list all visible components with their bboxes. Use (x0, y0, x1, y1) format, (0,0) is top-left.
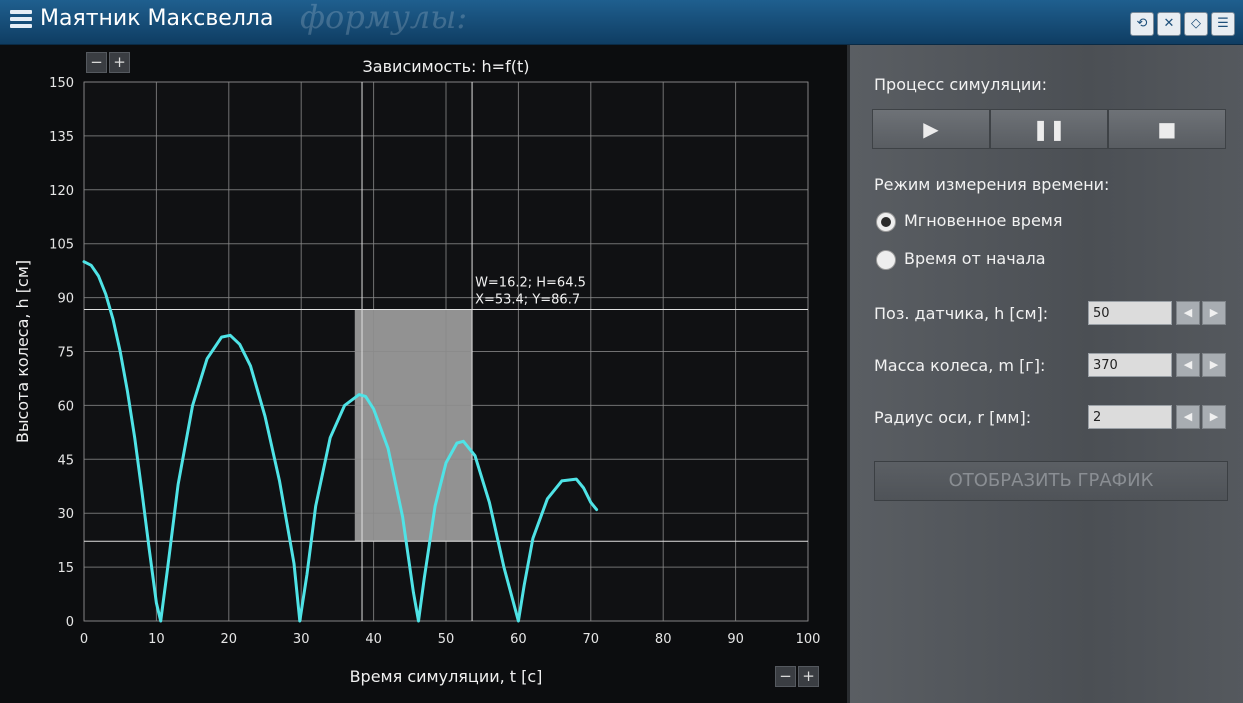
selection-position-label: X=53.4; Y=86.7 (475, 292, 580, 307)
control-panel: Процесс симуляции: ▶ ❚❚ ■ Режим измерени… (847, 45, 1243, 703)
y-tick-label: 120 (49, 184, 74, 199)
list-icon[interactable]: ☰ (1211, 12, 1235, 36)
x-axis-label: Время симуляции, t [с] (350, 667, 543, 686)
sensor-decrease-button[interactable]: ◀ (1176, 301, 1200, 325)
y-tick-label: 90 (57, 292, 74, 307)
eraser-icon[interactable]: ◇ (1184, 12, 1208, 36)
y-tick-label: 135 (49, 130, 74, 145)
mass-decrease-button[interactable]: ◀ (1176, 353, 1200, 377)
chart-title: Зависимость: h=f(t) (363, 57, 530, 76)
play-button[interactable]: ▶ (872, 109, 990, 149)
x-tick-label: 40 (365, 632, 382, 647)
y-tick-label: 105 (49, 238, 74, 253)
selection-size-label: W=16.2; H=64.5 (475, 275, 586, 290)
x-tick-label: 70 (583, 632, 600, 647)
x-tick-label: 100 (796, 632, 821, 647)
radius-decrease-button[interactable]: ◀ (1176, 405, 1200, 429)
y-tick-label: 0 (66, 615, 74, 630)
y-axis-label: Высота колеса, h [см] (13, 260, 32, 443)
x-tick-label: 20 (221, 632, 238, 647)
axis-radius-label: Радиус оси, r [мм]: (874, 408, 1032, 427)
y-tick-label: 30 (57, 507, 74, 522)
show-graph-button[interactable]: ОТОБРАЗИТЬ ГРАФИК (874, 461, 1228, 501)
radius-increase-button[interactable]: ▶ (1202, 405, 1226, 429)
stop-button[interactable]: ■ (1108, 109, 1226, 149)
x-tick-label: 80 (655, 632, 672, 647)
y-tick-label: 15 (57, 561, 74, 576)
x-tick-label: 60 (510, 632, 527, 647)
radio-time-from-start-label: Время от начала (904, 249, 1046, 268)
refresh-icon[interactable]: ⟲ (1130, 12, 1154, 36)
sensor-position-input[interactable] (1088, 301, 1172, 325)
x-zoom-in-button[interactable]: + (798, 666, 819, 687)
x-tick-label: 50 (438, 632, 455, 647)
wheel-mass-label: Масса колеса, m [г]: (874, 356, 1046, 375)
pause-button[interactable]: ❚❚ (990, 109, 1108, 149)
y-zoom-in-button[interactable]: + (109, 52, 130, 73)
time-mode-label: Режим измерения времени: (874, 175, 1110, 194)
y-tick-label: 75 (57, 346, 74, 361)
radio-instant-time-label: Мгновенное время (904, 211, 1063, 230)
x-tick-label: 10 (148, 632, 165, 647)
height-time-chart[interactable]: 0 10 20 30 40 50 60 70 80 90 100 0 15 30 45 60 75 90 105 12… (0, 45, 847, 703)
sensor-increase-button[interactable]: ▶ (1202, 301, 1226, 325)
x-tick-label: 90 (727, 632, 744, 647)
radio-time-from-start[interactable] (876, 250, 896, 270)
selection-rectangle (354, 309, 473, 542)
sensor-position-label: Поз. датчика, h [см]: (874, 304, 1049, 323)
menu-icon[interactable] (10, 10, 32, 32)
y-tick-label: 60 (57, 399, 74, 414)
simulation-process-label: Процесс симуляции: (874, 75, 1048, 94)
wheel-mass-input[interactable] (1088, 353, 1172, 377)
graph-panel: 0 10 20 30 40 50 60 70 80 90 100 0 15 30 45 60 75 90 105 12… (0, 45, 847, 703)
y-tick-label: 150 (49, 76, 74, 91)
y-tick-label: 45 (57, 453, 74, 468)
sensor-position-stepper: ◀ ▶ (1176, 301, 1226, 325)
radio-instant-time[interactable] (876, 212, 896, 232)
wheel-mass-stepper: ◀ ▶ (1176, 353, 1226, 377)
axis-radius-input[interactable] (1088, 405, 1172, 429)
axis-radius-stepper: ◀ ▶ (1176, 405, 1226, 429)
mute-icon[interactable]: ✕ (1157, 12, 1181, 36)
x-tick-label: 0 (80, 632, 88, 647)
title-bar: Маятник Максвелла формулы: ⟲ ✕ ◇ ☰ (0, 0, 1243, 45)
x-zoom-out-button[interactable]: − (775, 666, 796, 687)
background-formula-text: формулы: (300, 0, 468, 36)
app-title: Маятник Максвелла (40, 6, 274, 31)
simulation-buttons: ▶ ❚❚ ■ (872, 109, 1226, 149)
y-zoom-out-button[interactable]: − (86, 52, 107, 73)
mass-increase-button[interactable]: ▶ (1202, 353, 1226, 377)
x-tick-label: 30 (293, 632, 310, 647)
